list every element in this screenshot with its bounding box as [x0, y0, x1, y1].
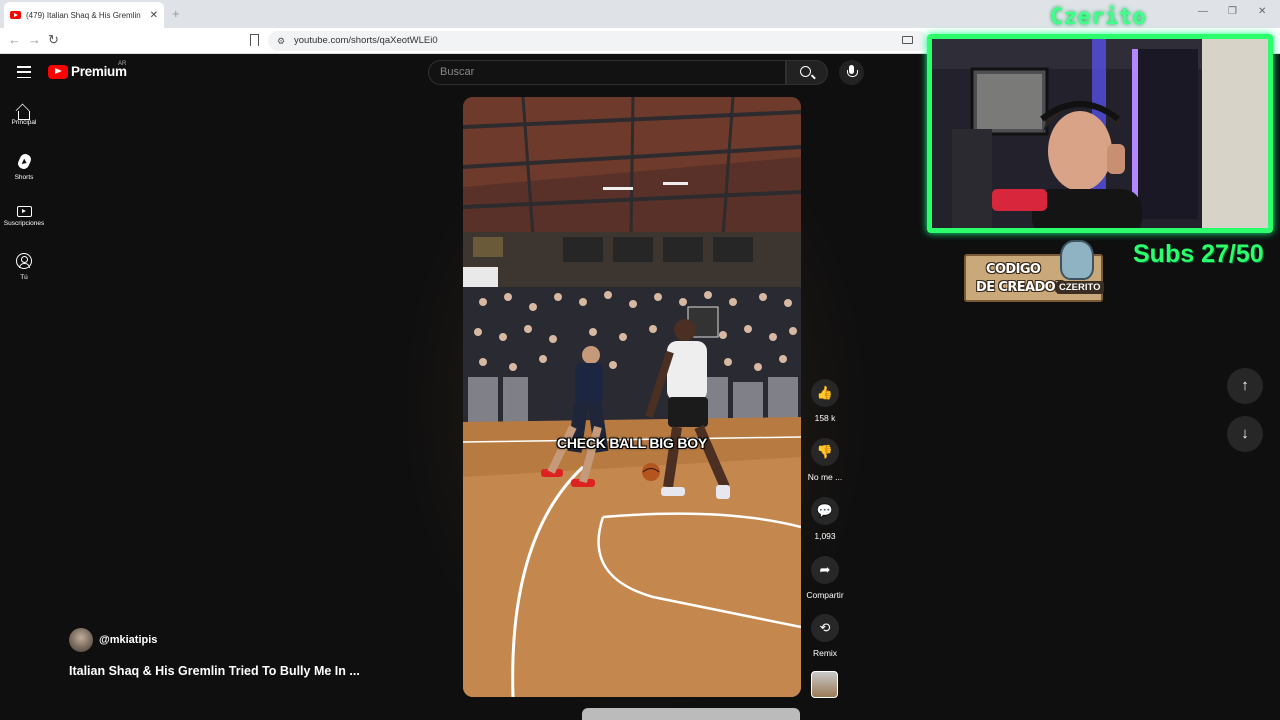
streamer-name: Czerito [1050, 5, 1147, 30]
restore-button[interactable]: ❐ [1228, 6, 1237, 17]
thumbs-down-icon: 👎 [811, 438, 839, 466]
sound-thumbnail[interactable] [811, 671, 838, 698]
forward-button[interactable]: → [28, 32, 41, 47]
reload-button[interactable]: ↻ [48, 32, 59, 48]
url-field[interactable]: ⚙ youtube.com/shorts/qaXeotWLEi0 [268, 31, 928, 51]
share-button[interactable]: ➦ Compartir [804, 556, 846, 600]
tab-title: (479) Italian Shaq & His Gremlin [26, 10, 141, 20]
video-caption: CHECK BALL BIG BOY [556, 435, 708, 451]
share-icon: ➦ [811, 556, 839, 584]
bookmark-icon[interactable] [250, 34, 259, 46]
short-video-player[interactable]: CHECK BALL BIG BOY [463, 97, 801, 697]
creator-code-line2: DE CREADOR [976, 280, 1065, 295]
search-button[interactable] [786, 60, 828, 85]
short-title[interactable]: Italian Shaq & His Gremlin Tried To Bull… [69, 664, 360, 678]
channel-info[interactable]: @mkiatipis [69, 628, 157, 652]
creator-code-badge: CODIGO DE CREADOR CZERITO [964, 240, 1104, 302]
url-text: youtube.com/shorts/qaXeotWLEi0 [294, 35, 438, 46]
creator-code-tag: CZERITO [1056, 281, 1104, 294]
next-short-button[interactable]: ↓ [1227, 416, 1263, 452]
remix-icon: ⟲ [811, 614, 839, 642]
thumbs-up-icon: 👍 [811, 379, 839, 407]
sidebar-item-label: Tú [20, 274, 28, 281]
new-tab-button[interactable]: + [172, 6, 180, 21]
sidebar-item-shorts[interactable]: Shorts [0, 152, 48, 181]
comment-icon: 💬 [811, 497, 839, 525]
remix-label: Remix [812, 648, 838, 658]
dislike-label: No me ... [807, 472, 843, 482]
site-settings-icon[interactable]: ⚙ [277, 31, 285, 51]
tab-close-button[interactable]: ✕ [150, 10, 158, 21]
country-code: AR [118, 61, 127, 67]
you-icon [16, 253, 32, 269]
webcam-feed [927, 34, 1273, 233]
previous-short-button[interactable]: ↑ [1227, 368, 1263, 404]
like-button[interactable]: 👍 158 k [804, 379, 846, 423]
youtube-premium-logo[interactable]: Premium AR [48, 61, 127, 79]
channel-handle[interactable]: @mkiatipis [99, 634, 157, 646]
back-button[interactable]: ← [8, 32, 21, 47]
comments-button[interactable]: 💬 1,093 [804, 497, 846, 541]
sidebar-item-label: Principal [11, 119, 37, 126]
gym-scene-image [463, 97, 801, 697]
next-short-preview[interactable] [582, 708, 800, 720]
like-count: 158 k [814, 413, 836, 423]
search-input[interactable]: Buscar [428, 60, 786, 85]
creator-code-line1: CODIGO [986, 262, 1041, 277]
avatar[interactable] [69, 628, 93, 652]
shorts-icon [15, 152, 33, 171]
remix-button[interactable]: ⟲ Remix [804, 614, 846, 658]
menu-icon[interactable] [17, 66, 31, 78]
minimize-button[interactable]: — [1198, 6, 1208, 17]
sidebar-item-tu[interactable]: Tú [0, 253, 48, 281]
subs-goal: Subs 27/50 [1133, 240, 1264, 268]
mascot-image [1060, 240, 1094, 280]
webcam-image [932, 39, 1268, 228]
browser-tab[interactable]: (479) Italian Shaq & His Gremlin ✕ [4, 2, 164, 28]
sidebar-item-label: Shorts [14, 174, 34, 181]
sidebar-item-principal[interactable]: Principal [0, 105, 48, 126]
share-label: Compartir [806, 590, 844, 600]
voice-search-button[interactable] [839, 60, 864, 85]
window-close-button[interactable]: ✕ [1258, 6, 1266, 17]
youtube-play-icon [48, 64, 68, 79]
cast-icon[interactable] [902, 36, 913, 44]
comments-count: 1,093 [814, 531, 836, 541]
home-icon [18, 111, 30, 120]
sidebar-item-label: Suscripciones [3, 220, 45, 227]
sidebar-item-suscripciones[interactable]: Suscripciones [0, 203, 48, 227]
dislike-button[interactable]: 👎 No me ... [804, 438, 846, 482]
subscriptions-icon [16, 206, 32, 217]
youtube-favicon-icon [10, 11, 21, 19]
